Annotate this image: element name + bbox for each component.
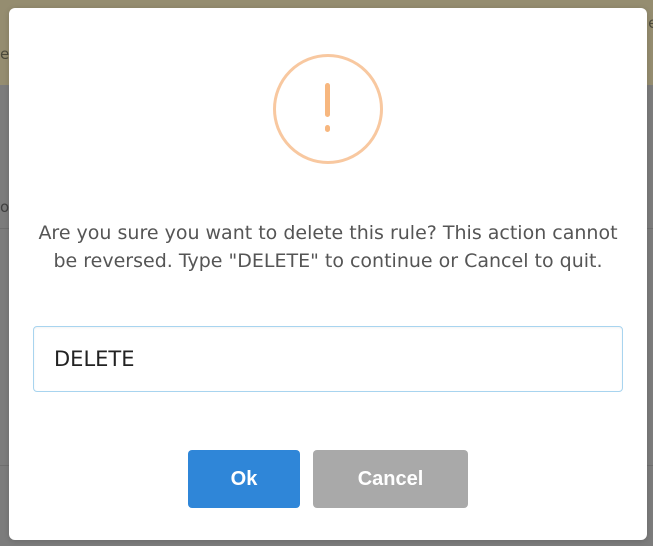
background-page-text: o [0, 198, 10, 216]
exclamation-icon [273, 54, 383, 164]
confirmation-input[interactable] [33, 326, 623, 392]
exclamation-bar [325, 83, 330, 117]
ok-button[interactable]: Ok [188, 450, 300, 508]
dialog-message: Are you sure you want to delete this rul… [38, 222, 618, 272]
exclamation-dot [325, 125, 330, 132]
cancel-button[interactable]: Cancel [313, 450, 468, 508]
delete-confirmation-dialog: Are you sure you want to delete this rul… [9, 8, 647, 540]
